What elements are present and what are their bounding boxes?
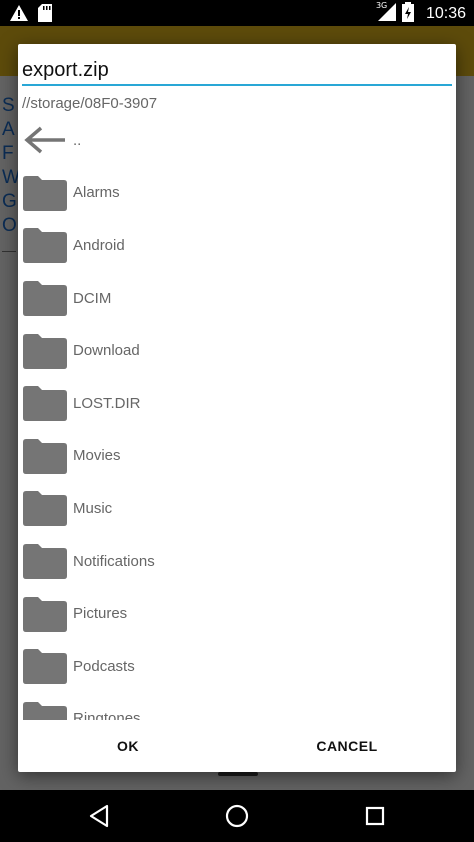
list-item-label: Music <box>73 499 113 517</box>
folder-icon <box>21 278 69 318</box>
navigation-bar <box>0 790 474 842</box>
list-item-folder[interactable]: Alarms <box>18 167 456 220</box>
folder-list[interactable]: .. Alarms Android DCIM Download LOST.DIR… <box>18 114 456 720</box>
recents-square-icon[interactable] <box>361 802 389 830</box>
warning-icon <box>10 5 28 25</box>
list-item-folder[interactable]: Ringtones <box>18 693 456 720</box>
folder-icon <box>21 646 69 686</box>
list-item-label: Podcasts <box>73 657 135 675</box>
list-item-label: Movies <box>73 447 121 465</box>
list-item-label: .. <box>73 131 82 149</box>
list-item-folder[interactable]: Android <box>18 219 456 272</box>
save-file-dialog: //storage/08F0-3907 .. Alarms Android DC… <box>18 44 456 772</box>
current-path: //storage/08F0-3907 <box>22 95 158 112</box>
cancel-button[interactable]: CANCEL <box>312 738 382 754</box>
list-item-label: Ringtones <box>73 710 141 720</box>
battery-icon <box>401 2 414 26</box>
list-item-label: Pictures <box>73 605 128 623</box>
status-bar: 3G 10:36 <box>0 0 474 26</box>
sd-card-icon <box>38 4 52 26</box>
list-item-label: Alarms <box>73 184 120 202</box>
home-circle-icon[interactable] <box>223 802 251 830</box>
list-item-folder[interactable]: LOST.DIR <box>18 377 456 430</box>
dialog-actions: OK CANCEL <box>18 720 456 772</box>
list-item-parent[interactable]: .. <box>18 114 456 167</box>
ok-button[interactable]: OK <box>106 738 150 754</box>
folder-icon <box>21 173 69 213</box>
list-item-folder[interactable]: Notifications <box>18 535 456 588</box>
list-item-label: Download <box>73 342 140 360</box>
list-item-folder[interactable]: Pictures <box>18 587 456 640</box>
list-item-folder[interactable]: DCIM <box>18 272 456 325</box>
folder-icon <box>21 383 69 423</box>
folder-icon <box>21 436 69 476</box>
list-item-folder[interactable]: Music <box>18 482 456 535</box>
network-type: 3G <box>375 1 388 10</box>
list-item-label: LOST.DIR <box>73 394 141 412</box>
folder-icon <box>21 594 69 634</box>
folder-icon <box>21 699 69 720</box>
clock: 10:36 <box>425 5 466 22</box>
back-arrow-icon <box>21 120 69 160</box>
list-item-folder[interactable]: Download <box>18 324 456 377</box>
list-item-folder[interactable]: Movies <box>18 430 456 483</box>
filename-input[interactable] <box>22 56 452 86</box>
list-item-label: DCIM <box>73 289 112 307</box>
folder-icon <box>21 488 69 528</box>
folder-icon <box>21 225 69 265</box>
signal-icon: 3G <box>375 1 396 25</box>
list-item-label: Notifications <box>73 552 155 570</box>
list-item-label: Android <box>73 236 125 254</box>
back-triangle-icon[interactable] <box>85 802 113 830</box>
folder-icon <box>21 541 69 581</box>
folder-icon <box>21 331 69 371</box>
list-item-folder[interactable]: Podcasts <box>18 640 456 693</box>
